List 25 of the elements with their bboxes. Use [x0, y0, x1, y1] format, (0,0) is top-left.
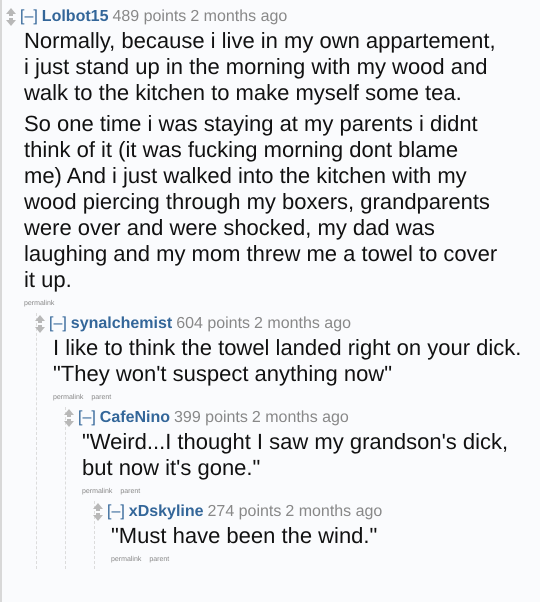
comment-score: 399 points [174, 408, 248, 428]
comment-text: Normally, because i live in my own appartement, i just stand up in the morning with my wood and walk to the kitchen to make myself some tea. [24, 28, 497, 106]
collapse-toggle[interactable]: [–] [20, 6, 38, 28]
vote-arrows-icon[interactable] [6, 8, 16, 26]
comment-text: I like to think the towel landed right on your dick. "They won't suspect anything now" [53, 335, 522, 387]
comment-time: 2 months ago [190, 7, 288, 27]
vote-arrows-icon[interactable] [35, 315, 45, 333]
collapse-toggle[interactable]: [–] [49, 313, 67, 335]
comment-text: So one time i was staying at my parents i didnt think of it (it was fucking morning dont blame me) And i just walked into the kitchen with my wood piercing through my boxers, grandparents were over and were shocked, my dad was laughing and my mom threw me a towel to cover it up. [24, 111, 498, 293]
collapse-toggle[interactable]: [–] [107, 501, 125, 523]
collapse-toggle[interactable]: [–] [78, 407, 96, 429]
comment-score: 489 points [112, 7, 186, 27]
comment-time: 2 months ago [252, 408, 349, 428]
comment-text: "Weird...I thought I saw my grandson's dick, but now it's gone." [82, 429, 510, 481]
comment-author[interactable]: CafeNino [100, 407, 170, 429]
comment-time: 2 months ago [285, 502, 382, 522]
comment-author[interactable]: Lolbot15 [42, 6, 108, 28]
vote-arrows-icon[interactable] [93, 503, 103, 521]
comment-time: 2 months ago [254, 314, 351, 334]
comment-author[interactable]: xDskyline [128, 501, 204, 523]
comment-author[interactable]: synalchemist [70, 313, 172, 335]
comment-score: 604 points [176, 314, 250, 334]
comment-text: "Must have been the wind." [111, 523, 378, 549]
vote-arrows-icon[interactable] [64, 409, 74, 427]
comment-score: 274 points [208, 502, 282, 522]
